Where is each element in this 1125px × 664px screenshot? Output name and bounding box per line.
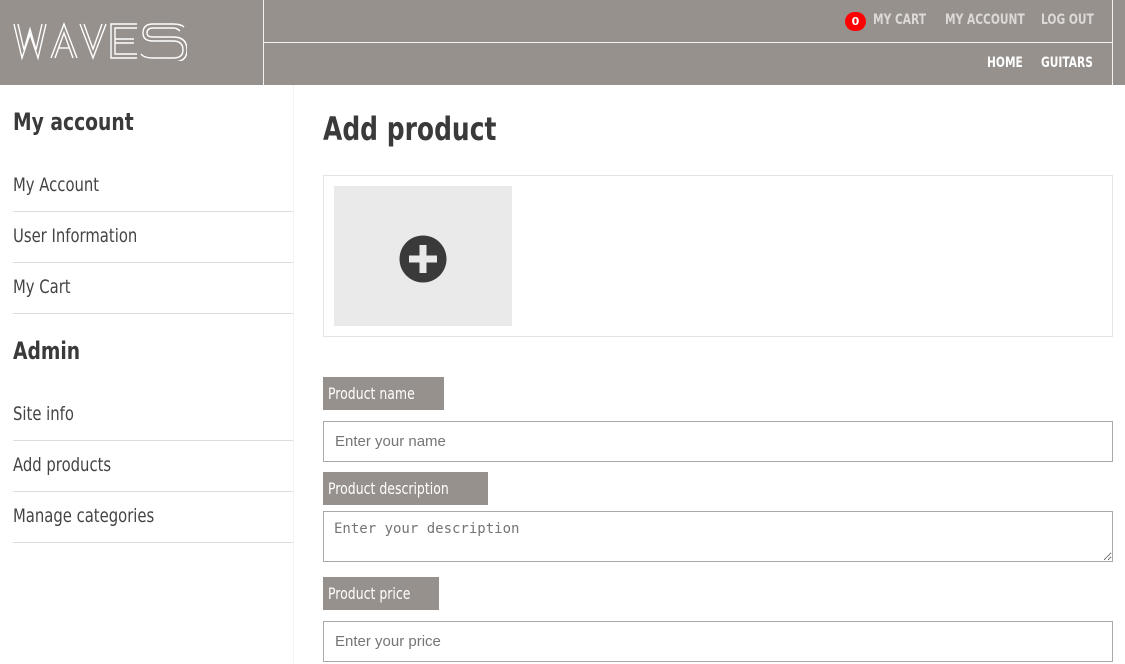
- sidebar-item-manage-categories[interactable]: Manage categories: [13, 492, 293, 543]
- sidebar: My account My Account User Information M…: [0, 85, 294, 664]
- product-name-label-text: Product name: [328, 384, 415, 403]
- logo-area: [0, 0, 264, 85]
- sidebar-item-label: My Cart: [13, 276, 71, 298]
- main-nav: HOME GUITARS: [264, 43, 1113, 85]
- page-title: Add product: [323, 110, 497, 148]
- header-nav-area: 0 MY CART MY ACCOUNT LOG OUT HOME GUITAR…: [264, 0, 1113, 85]
- product-description-textarea[interactable]: [323, 511, 1113, 562]
- sidebar-heading-my-account: My account: [13, 108, 134, 136]
- nav-log-out[interactable]: LOG OUT: [1041, 12, 1094, 28]
- sidebar-heading-admin: Admin: [13, 337, 81, 365]
- sidebar-item-my-account[interactable]: My Account: [13, 161, 293, 212]
- product-name-label: Product name: [323, 377, 445, 410]
- sidebar-item-label: My Account: [13, 174, 100, 196]
- cart-count-badge: 0: [845, 12, 866, 31]
- sidebar-item-label: Add products: [13, 454, 112, 476]
- product-price-label-text: Product price: [328, 584, 411, 603]
- nav-my-account[interactable]: MY ACCOUNT: [945, 12, 1025, 28]
- image-upload-dropzone[interactable]: [334, 186, 512, 326]
- sidebar-item-label: User Information: [13, 225, 138, 247]
- sidebar-item-label: Site info: [13, 403, 74, 425]
- sidebar-item-label: Manage categories: [13, 505, 155, 527]
- nav-my-cart[interactable]: MY CART: [873, 12, 926, 28]
- sidebar-item-add-products[interactable]: Add products: [13, 441, 293, 492]
- product-price-label: Product price: [323, 577, 439, 610]
- plus-circle-icon: [399, 235, 447, 283]
- product-description-label-text: Product description: [328, 479, 449, 498]
- top-nav: 0 MY CART MY ACCOUNT LOG OUT: [264, 0, 1113, 43]
- product-name-input[interactable]: [323, 421, 1113, 462]
- nav-guitars[interactable]: GUITARS: [1041, 55, 1093, 71]
- site-header: 0 MY CART MY ACCOUNT LOG OUT HOME GUITAR…: [0, 0, 1125, 85]
- image-upload-panel: [323, 175, 1113, 337]
- waves-logo[interactable]: [13, 21, 187, 61]
- product-description-label: Product description: [323, 472, 488, 505]
- sidebar-item-site-info[interactable]: Site info: [13, 390, 293, 441]
- sidebar-item-user-information[interactable]: User Information: [13, 212, 293, 263]
- nav-home[interactable]: HOME: [987, 55, 1023, 71]
- product-price-input[interactable]: [323, 621, 1113, 662]
- sidebar-item-my-cart[interactable]: My Cart: [13, 263, 293, 314]
